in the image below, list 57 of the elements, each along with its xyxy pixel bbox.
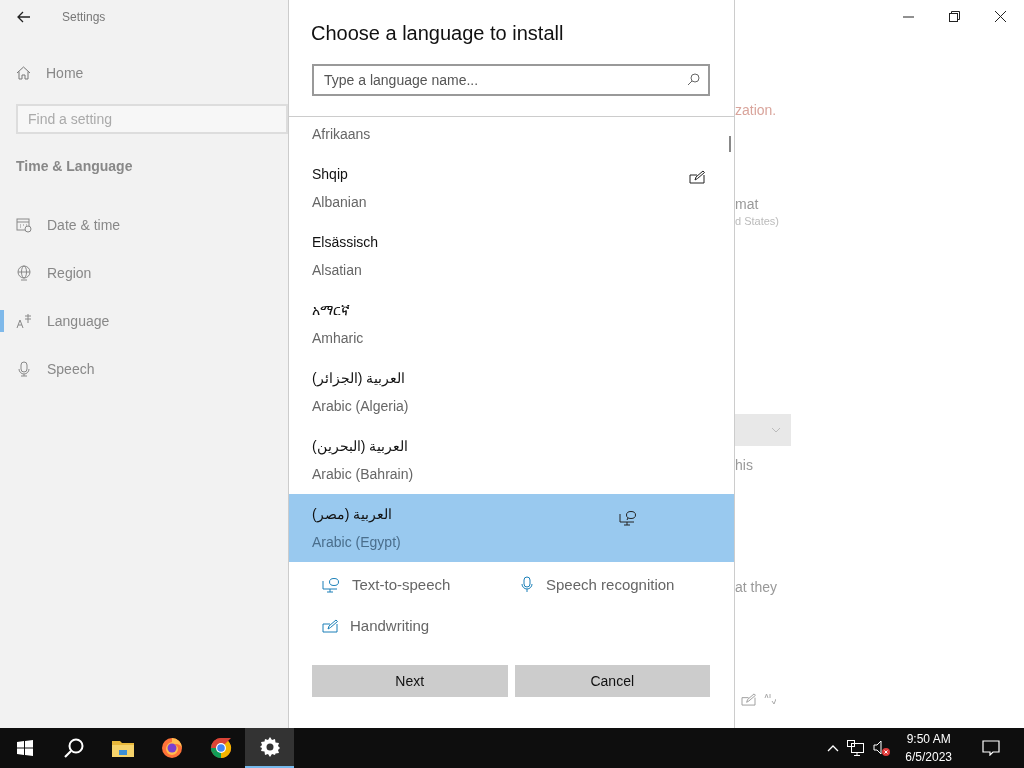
dialog-title: Choose a language to install — [311, 22, 565, 45]
window-title: Settings — [62, 9, 106, 24]
muted-volume-icon[interactable] — [873, 740, 892, 756]
home-icon — [16, 66, 31, 80]
notification-icon[interactable] — [982, 740, 1000, 756]
english-name: Arabic (Bahrain) — [312, 465, 414, 484]
close-icon[interactable] — [995, 11, 1006, 22]
handwriting-icon — [741, 692, 756, 706]
english-name: Albanian — [312, 193, 367, 212]
clock[interactable]: 9:50 AM 6/5/2023 — [905, 730, 952, 766]
next-button[interactable]: Next — [312, 665, 508, 697]
native-name: العربية (الجزائر) — [312, 369, 407, 388]
native-name: Shqip — [312, 165, 349, 184]
calendar-icon — [16, 217, 32, 233]
native-name: አማርኛ — [312, 301, 351, 320]
microphone-icon — [16, 361, 32, 377]
chrome-icon[interactable] — [209, 737, 232, 759]
native-name: العربية (مصر) — [312, 505, 394, 524]
folder-icon[interactable] — [111, 739, 134, 757]
legend-label: Speech recognition — [546, 576, 675, 593]
gear-icon[interactable] — [259, 737, 280, 757]
text-to-speech-icon — [322, 576, 340, 593]
english-name: Arabic (Algeria) — [312, 397, 409, 416]
caption-text: d States) — [735, 215, 780, 227]
language-option[interactable]: Afrikaans — [289, 117, 734, 154]
setting-text: his — [735, 457, 753, 473]
language-icon — [16, 313, 32, 329]
restore-icon[interactable] — [949, 11, 960, 22]
language-option[interactable]: አማርኛ Amharic — [289, 290, 734, 358]
search-icon[interactable] — [63, 738, 84, 758]
spellcheck-icon — [764, 692, 776, 706]
search-icon — [687, 73, 700, 86]
windows-start-icon[interactable] — [16, 740, 33, 756]
warning-text: zation. — [735, 102, 777, 118]
network-icon[interactable] — [847, 740, 866, 756]
cancel-button[interactable]: Cancel — [514, 665, 710, 697]
english-name: Amharic — [312, 329, 364, 348]
microphone-icon — [520, 576, 534, 593]
chevron-up-icon[interactable] — [827, 744, 840, 752]
handwriting-icon — [322, 618, 338, 633]
native-name: العربية (البحرين) — [312, 437, 410, 456]
english-name: Alsatian — [312, 261, 363, 280]
english-name: Arabic (Egypt) — [312, 533, 401, 552]
legend-label: Handwriting — [350, 617, 430, 634]
globe-icon — [16, 265, 32, 281]
english-name: Afrikaans — [312, 125, 371, 144]
chevron-icon — [771, 427, 781, 433]
firefox-icon[interactable] — [160, 737, 183, 759]
search-field[interactable]: Type a language name... — [312, 64, 710, 96]
language-option[interactable]: Shqip Albanian — [289, 154, 734, 222]
native-name: Elsässisch — [312, 233, 379, 252]
back-arrow-icon[interactable] — [17, 10, 31, 23]
setting-text: mat — [735, 196, 759, 212]
setting-text: at they — [735, 579, 778, 595]
legend-label: Text-to-speech — [352, 576, 451, 593]
section-title: Time & Language — [16, 158, 134, 174]
language-option[interactable]: Elsässisch Alsatian — [289, 222, 734, 290]
